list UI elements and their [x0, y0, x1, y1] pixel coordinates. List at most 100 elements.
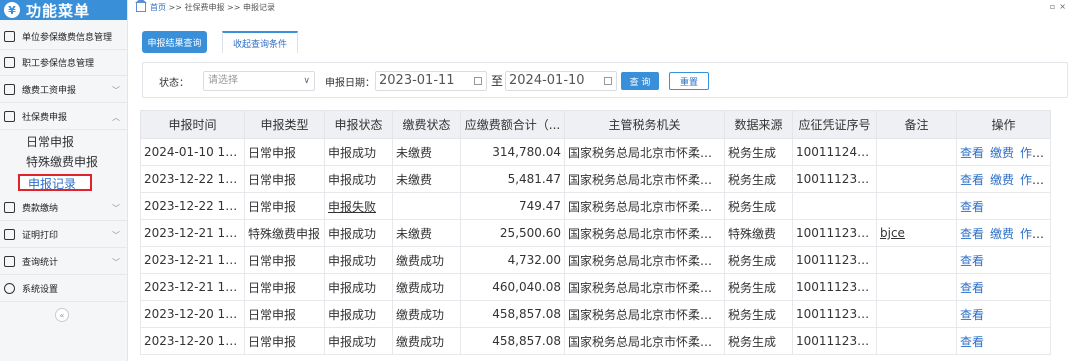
date-to-input[interactable]: 2024-01-10 [505, 71, 617, 91]
cell-operations: 查看 [956, 246, 1051, 274]
column-header: 操作 [956, 110, 1051, 139]
main-content: 首页 >> 社保费申报 >> 申报记录 ▫× 申报结果查询 收起查询条件 状态：… [128, 0, 1080, 361]
table-row[interactable]: 2024-01-10 10:... 日常申报 申报成功 未缴费 314,780.04 国家… [140, 138, 1051, 166]
view-link[interactable]: 查看 [960, 281, 984, 295]
table-row[interactable]: 2023-12-22 14:... 日常申报 申报成功 未缴费 5,481.47 国家税务… [140, 165, 1051, 193]
cell-note [876, 246, 957, 274]
collapse-sidebar-button[interactable]: « [55, 308, 69, 322]
void-link[interactable]: 作废 [1020, 173, 1044, 187]
table-row[interactable]: 2023-12-20 15:... 日常申报 申报成功 缴费成功 458,857.08 国… [140, 327, 1051, 355]
home-icon[interactable] [135, 0, 147, 12]
yen-icon: ¥ [4, 2, 20, 18]
sidebar-item-settings[interactable]: 系统设置 [0, 276, 128, 302]
view-link[interactable]: 查看 [960, 146, 984, 160]
table-row[interactable]: 2023-12-20 15:... 日常申报 申报成功 缴费成功 458,857.08 国… [140, 300, 1051, 328]
void-link[interactable]: 作废 [1020, 227, 1044, 241]
cell-note[interactable]: bjce [876, 219, 957, 247]
sidebar-item-wage-declare[interactable]: 缴费工资申报 ﹀ [0, 77, 128, 103]
cell-voucher: 1001112300... [792, 165, 877, 193]
breadcrumb: 首页 >> 社保费申报 >> 申报记录 [135, 0, 275, 13]
calendar-icon[interactable] [604, 77, 612, 85]
status-select[interactable]: 请选择 ∨ [203, 71, 315, 91]
pay-link[interactable]: 缴费 [990, 146, 1014, 160]
cell-operations: 查看 [956, 300, 1051, 328]
cell-time: 2023-12-22 14:... [140, 192, 245, 220]
calendar-icon[interactable] [474, 77, 482, 85]
tab-declare-result-query[interactable]: 申报结果查询 [142, 31, 207, 53]
chevron-up-icon: ︿ [112, 113, 120, 122]
cell-note [876, 300, 957, 328]
status-label: 状态： [159, 78, 189, 89]
cell-operations: 查看 缴费 作废 [956, 165, 1051, 193]
cell-voucher: 1001112300... [792, 327, 877, 355]
table-row[interactable]: 2023-12-22 14:... 日常申报 申报失败 749.47 国家税务总局北京市… [140, 192, 1051, 220]
sidebar-title: 功能菜单 [26, 1, 91, 20]
query-button[interactable]: 查 询 [621, 72, 659, 90]
date-to-label: 至 [491, 74, 504, 88]
chevron-down-icon: ∨ [303, 76, 310, 86]
view-link[interactable]: 查看 [960, 308, 984, 322]
cell-time: 2023-12-21 10:... [140, 246, 245, 274]
window-controls[interactable]: ▫× [1050, 2, 1070, 11]
void-link[interactable]: 作废 [1020, 146, 1044, 160]
sidebar-item-label: 费款缴纳 [22, 204, 59, 214]
table-row[interactable]: 2023-12-21 10:... 特殊缴费申报 申报成功 未缴费 25,500.60 国… [140, 219, 1051, 247]
sidebar-item-social-declare[interactable]: 社保费申报 ︿ [0, 104, 128, 130]
cell-status[interactable]: 申报失败 [324, 192, 393, 220]
tab-collapse-filters[interactable]: 收起查询条件 [222, 31, 298, 53]
sub-item-declare-records[interactable]: 申报记录 [18, 174, 92, 191]
sidebar-item-employee-info[interactable]: 职工参保信息管理 [0, 50, 128, 76]
cell-time: 2023-12-20 15:... [140, 327, 245, 355]
chevron-down-icon: ﹀ [112, 204, 120, 213]
sidebar-item-label: 系统设置 [22, 285, 59, 295]
table-row[interactable]: 2023-12-21 10:... 日常申报 申报成功 缴费成功 460,040.08 国… [140, 273, 1051, 301]
cell-time: 2023-12-20 15:... [140, 300, 245, 328]
cell-pay: 未缴费 [392, 219, 461, 247]
date-from-input[interactable]: 2023-01-11 [375, 71, 487, 91]
breadcrumb-home[interactable]: 首页 [150, 2, 166, 13]
cell-pay: 未缴费 [392, 138, 461, 166]
sidebar-item-unit-info[interactable]: 单位参保缴费信息管理 [0, 24, 128, 50]
cell-time: 2023-12-22 14:... [140, 165, 245, 193]
sidebar-item-query-stats[interactable]: 查询统计 ﹀ [0, 249, 128, 275]
cell-amount: 4,732.00 [460, 246, 565, 274]
cell-pay: 缴费成功 [392, 273, 461, 301]
table-row[interactable]: 2023-12-21 10:... 日常申报 申报成功 缴费成功 4,732.00 国家税… [140, 246, 1051, 274]
view-link[interactable]: 查看 [960, 254, 984, 268]
pay-link[interactable]: 缴费 [990, 173, 1014, 187]
date-from-value: 2023-01-11 [379, 73, 455, 88]
view-link[interactable]: 查看 [960, 173, 984, 187]
cell-org: 国家税务总局北京市怀柔区税... [564, 165, 725, 193]
pay-link[interactable]: 缴费 [990, 227, 1014, 241]
cell-type: 日常申报 [244, 138, 325, 166]
column-header: 申报类型 [244, 110, 325, 139]
app-window: ¥ 功能菜单 单位参保缴费信息管理 职工参保信息管理 缴费工资申报 ﹀ 社保费申… [0, 0, 1080, 361]
cell-org: 国家税务总局北京市怀柔区税... [564, 192, 725, 220]
column-header: 应缴费额合计（... [460, 110, 565, 139]
view-link[interactable]: 查看 [960, 200, 984, 214]
sidebar-item-fee-payment[interactable]: 费款缴纳 ﹀ [0, 195, 128, 221]
cell-source: 税务生成 [724, 300, 793, 328]
cell-note [876, 192, 957, 220]
sidebar-item-label: 证明打印 [22, 231, 59, 241]
cell-voucher: 1001112300... [792, 300, 877, 328]
cell-source: 特殊缴费 [724, 219, 793, 247]
sidebar-item-print-cert[interactable]: 证明打印 ﹀ [0, 222, 128, 248]
cell-org: 国家税务总局北京市怀柔区税... [564, 219, 725, 247]
cell-source: 税务生成 [724, 138, 793, 166]
cell-source: 税务生成 [724, 192, 793, 220]
sub-item-special-declare[interactable]: 特殊缴费申报 [26, 154, 98, 171]
cell-voucher: 1001112400... [792, 138, 877, 166]
view-link[interactable]: 查看 [960, 335, 984, 349]
view-link[interactable]: 查看 [960, 227, 984, 241]
sidebar-item-label: 缴费工资申报 [22, 86, 77, 96]
reset-button[interactable]: 重置 [669, 72, 709, 90]
cell-note [876, 138, 957, 166]
cell-operations: 查看 缴费 作废 [956, 138, 1051, 166]
cell-org: 国家税务总局北京市怀柔区税... [564, 138, 725, 166]
cell-org: 国家税务总局北京市怀柔区税... [564, 327, 725, 355]
sub-item-daily-declare[interactable]: 日常申报 [26, 134, 74, 151]
status-select-placeholder: 请选择 [208, 75, 238, 86]
cell-amount: 314,780.04 [460, 138, 565, 166]
list-icon [4, 57, 15, 68]
